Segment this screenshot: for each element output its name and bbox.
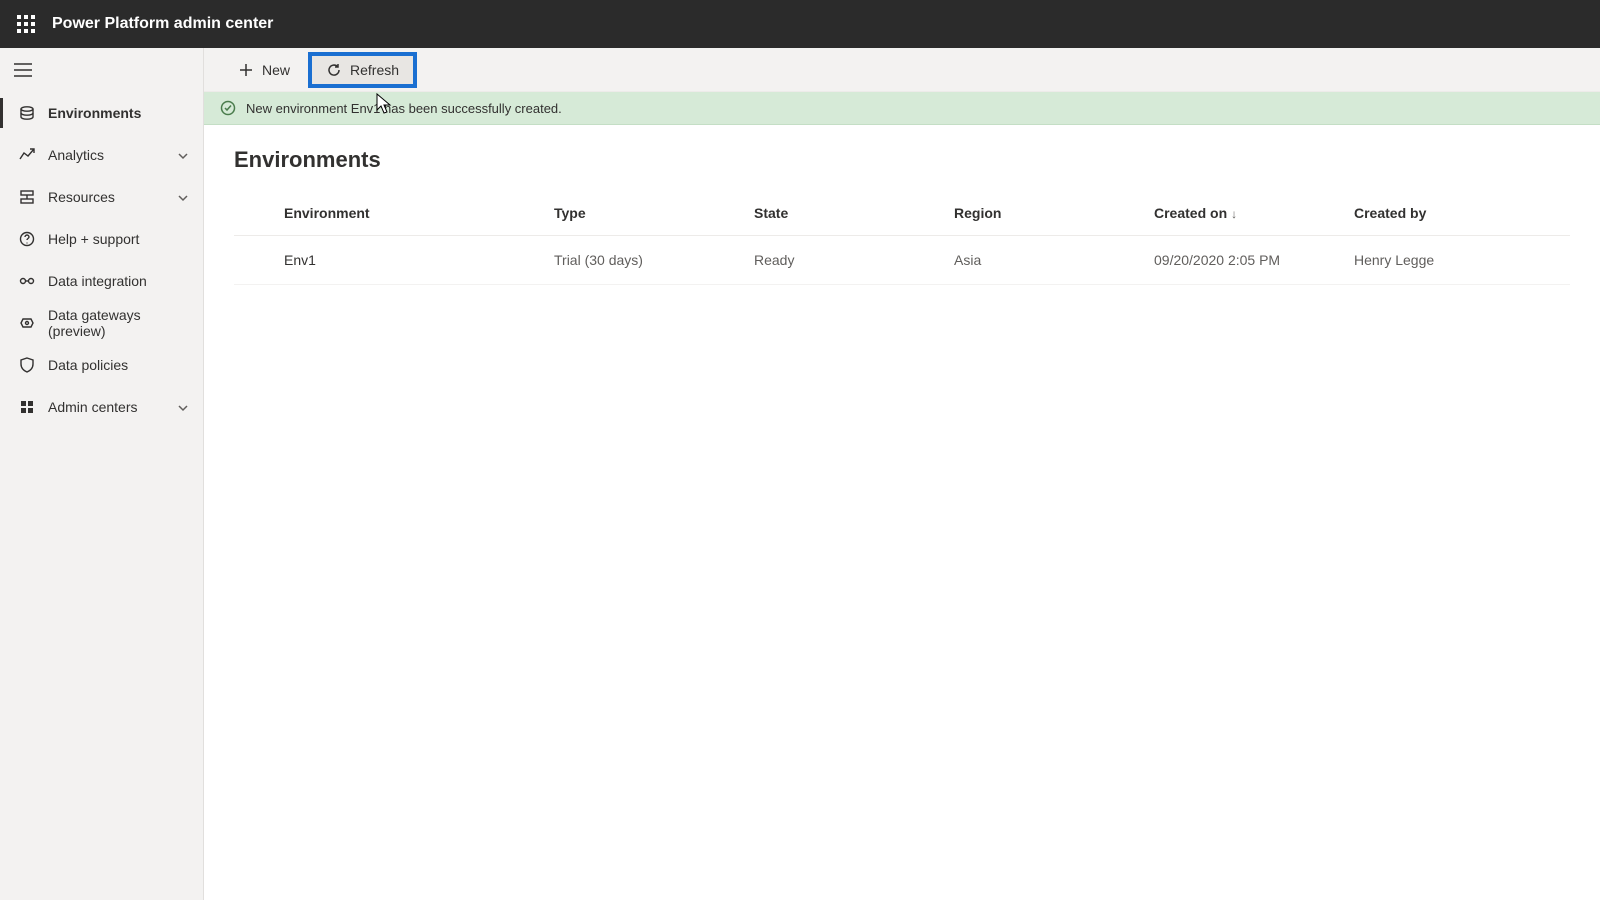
- shield-icon: [18, 356, 36, 374]
- table-row[interactable]: Env1 Trial (30 days) Ready Asia 09/20/20…: [234, 236, 1570, 285]
- main-content: New Refresh New environment Env1 has bee…: [204, 48, 1600, 900]
- sidebar-item-label: Analytics: [48, 147, 177, 163]
- environments-table: Environment Type State Region Created on…: [204, 191, 1600, 285]
- sidebar-item-label: Environments: [48, 105, 189, 121]
- sidebar-item-admin-centers[interactable]: Admin centers: [0, 386, 203, 428]
- col-created-by[interactable]: Created by: [1354, 191, 1570, 236]
- cell-state: Ready: [754, 236, 954, 285]
- waffle-icon[interactable]: [8, 6, 44, 42]
- app-title: Power Platform admin center: [52, 15, 273, 33]
- sidebar-item-data-policies[interactable]: Data policies: [0, 344, 203, 386]
- environments-icon: [18, 104, 36, 122]
- sidebar: Environments Analytics Resources H: [0, 48, 204, 900]
- sidebar-item-help-support[interactable]: Help + support: [0, 218, 203, 260]
- cell-created-by: Henry Legge: [1354, 236, 1570, 285]
- sidebar-item-data-gateways[interactable]: Data gateways (preview): [0, 302, 203, 344]
- hamburger-icon[interactable]: [0, 48, 203, 92]
- refresh-icon: [326, 62, 342, 78]
- chevron-down-icon: [177, 149, 189, 161]
- new-button[interactable]: New: [224, 56, 304, 84]
- success-notification: New environment Env1 has been successful…: [204, 92, 1600, 125]
- sidebar-item-environments[interactable]: Environments: [0, 92, 203, 134]
- admin-centers-icon: [18, 398, 36, 416]
- sidebar-item-label: Admin centers: [48, 399, 177, 415]
- sort-descending-icon: ↓: [1231, 207, 1237, 221]
- page-title: Environments: [234, 147, 1570, 173]
- chevron-down-icon: [177, 191, 189, 203]
- sidebar-item-resources[interactable]: Resources: [0, 176, 203, 218]
- resources-icon: [18, 188, 36, 206]
- sidebar-item-label: Data policies: [48, 357, 189, 373]
- help-icon: [18, 230, 36, 248]
- plus-icon: [238, 62, 254, 78]
- new-button-label: New: [262, 62, 290, 78]
- refresh-button[interactable]: Refresh: [308, 52, 417, 88]
- col-environment[interactable]: Environment: [234, 191, 554, 236]
- chevron-down-icon: [177, 401, 189, 413]
- sidebar-item-label: Data integration: [48, 273, 189, 289]
- data-integration-icon: [18, 272, 36, 290]
- sidebar-item-label: Resources: [48, 189, 177, 205]
- cell-created-on: 09/20/2020 2:05 PM: [1154, 236, 1354, 285]
- data-gateways-icon: [18, 314, 36, 332]
- cell-type: Trial (30 days): [554, 236, 754, 285]
- col-state[interactable]: State: [754, 191, 954, 236]
- top-bar: Power Platform admin center: [0, 0, 1600, 48]
- sidebar-item-data-integration[interactable]: Data integration: [0, 260, 203, 302]
- sidebar-item-label: Data gateways (preview): [48, 307, 189, 339]
- notification-message: New environment Env1 has been successful…: [246, 101, 562, 116]
- col-type[interactable]: Type: [554, 191, 754, 236]
- sidebar-item-analytics[interactable]: Analytics: [0, 134, 203, 176]
- command-bar: New Refresh: [204, 48, 1600, 92]
- success-check-icon: [220, 100, 236, 116]
- table-header-row: Environment Type State Region Created on…: [234, 191, 1570, 236]
- sidebar-item-label: Help + support: [48, 231, 189, 247]
- page-header: Environments: [204, 125, 1600, 191]
- col-region[interactable]: Region: [954, 191, 1154, 236]
- cell-environment: Env1: [234, 236, 554, 285]
- refresh-button-label: Refresh: [350, 62, 399, 78]
- cell-region: Asia: [954, 236, 1154, 285]
- analytics-icon: [18, 146, 36, 164]
- col-created-on[interactable]: Created on↓: [1154, 191, 1354, 236]
